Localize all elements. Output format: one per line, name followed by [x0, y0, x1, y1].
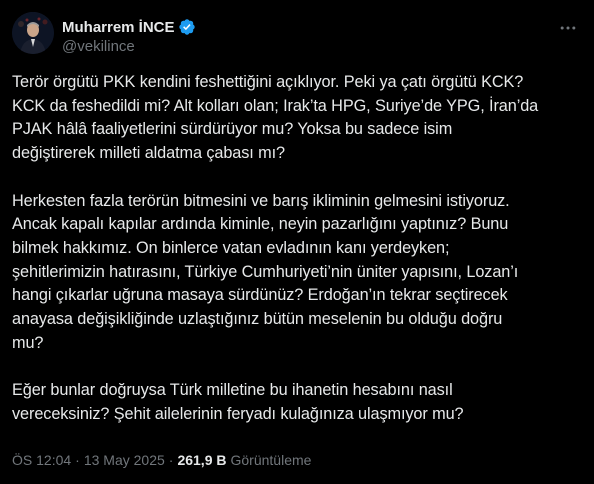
author-display-name[interactable]: Muharrem İNCE: [62, 19, 175, 36]
tweet-line: anayasa değişikliğinde uzlaştığınız bütü…: [12, 310, 503, 329]
tweet-meta: ÖS 12:04 · 13 May 2025 · 261,9 B Görüntü…: [12, 452, 311, 468]
tweet-paragraph-1: Terör örgütü PKK kendini feshettiğini aç…: [12, 71, 584, 166]
tweet-time[interactable]: ÖS 12:04: [12, 452, 71, 468]
tweet-line: KCK da feshedildi mi? Alt kolları olan; …: [12, 96, 539, 115]
tweet-line: hangi çıkarlar uğruna masaya sürdünüz? E…: [12, 286, 508, 305]
avatar-portrait-icon: [12, 12, 54, 54]
tweet-line: şehitlerimizin hatırasını, Türkiye Cumhu…: [12, 262, 519, 281]
more-options-icon[interactable]: [558, 18, 578, 38]
tweet-paragraph-3: Eğer bunlar doğruysa Türk milletine bu i…: [12, 379, 584, 426]
author-handle[interactable]: @vekilince: [62, 38, 196, 55]
verified-badge-icon[interactable]: [178, 18, 196, 36]
tweet-line: Terör örgütü PKK kendini feshettiğini aç…: [12, 73, 524, 91]
tweet-header: Muharrem İNCE @vekilince: [12, 12, 582, 60]
tweet-line: vereceksiniz? Şehit ailelerinin feryadı …: [12, 404, 464, 423]
tweet-line: PJAK hâlâ faaliyetlerini sürdürüyor mu? …: [12, 120, 453, 139]
author-names: Muharrem İNCE @vekilince: [62, 17, 196, 55]
meta-separator: ·: [168, 452, 174, 468]
tweet-line: bilmek hakkımız. On binlerce vatan evlad…: [12, 238, 450, 257]
tweet-line: mu?: [12, 333, 44, 352]
tweet-line: Eğer bunlar doğruysa Türk milletine bu i…: [12, 381, 453, 400]
tweet-line: Herkesten fazla terörün bitmesini ve bar…: [12, 191, 510, 210]
tweet-paragraph-2: Herkesten fazla terörün bitmesini ve bar…: [12, 190, 584, 356]
tweet-date[interactable]: 13 May 2025: [84, 452, 165, 468]
author-avatar[interactable]: [12, 12, 54, 54]
meta-separator: ·: [75, 452, 80, 468]
views-count: 261,9 B: [177, 452, 227, 468]
views-label: Görüntüleme: [230, 452, 312, 468]
tweet-line: değiştirerek milleti aldatma çabası mı?: [12, 144, 285, 163]
display-name-row: Muharrem İNCE: [62, 17, 196, 37]
tweet-line: Ancak kapalı kapılar ardında kiminle, ne…: [12, 215, 509, 234]
tweet-text: Terör örgütü PKK kendini feshettiğini aç…: [12, 71, 584, 427]
